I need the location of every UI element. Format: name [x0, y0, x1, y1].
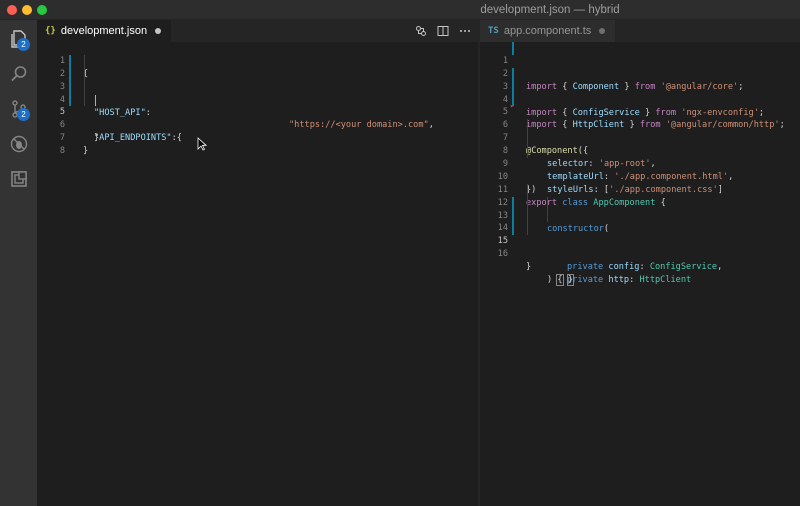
modified-gutter-mark: [69, 80, 71, 94]
extensions-icon: [10, 171, 27, 187]
indent-guide: [84, 80, 85, 94]
extensions-button[interactable]: [0, 161, 37, 197]
source-control-button[interactable]: 2: [0, 91, 37, 127]
json-file-icon: {}: [45, 26, 56, 36]
code-text: }: [526, 262, 532, 273]
code-line: 14 private http: HttpClient: [480, 209, 800, 285]
search-button[interactable]: [0, 56, 37, 92]
tab-development-json[interactable]: {} development.json: [37, 20, 172, 42]
tab-app-component-ts[interactable]: TS app.component.ts: [480, 20, 616, 42]
unsaved-dot-icon[interactable]: [599, 28, 606, 34]
open-changes-icon: [416, 26, 426, 36]
tab-label: development.json: [60, 25, 148, 37]
code-line: 13 private config: ConfigService,: [480, 196, 800, 272]
indent-guide: [84, 67, 85, 81]
editor-actions: [414, 20, 472, 42]
indent-guide: [527, 222, 528, 236]
code-text: }: [83, 146, 89, 157]
activity-bar: 2 2: [0, 20, 37, 506]
indent-guide: [84, 54, 85, 68]
typescript-file-icon: TS: [488, 26, 499, 36]
code-line: 15 ) { }: [480, 222, 800, 287]
deleted-line-marker-icon: ▸: [510, 102, 515, 111]
split-editor-icon: [437, 26, 449, 36]
code-line: 11 export class AppComponent {: [480, 171, 800, 208]
debug-icon: [10, 135, 27, 153]
text-cursor: [95, 94, 96, 106]
open-changes-button[interactable]: [414, 24, 428, 38]
code-line: 3 import { ConfigService } from 'ngx-env…: [480, 67, 800, 118]
tab-label: app.component.ts: [503, 25, 592, 37]
line-number: 8: [59, 146, 65, 157]
left-tab-bar: {} development.json: [37, 20, 478, 42]
code-line: 3: [37, 67, 478, 92]
modified-gutter-mark: [512, 67, 514, 81]
debug-button[interactable]: [0, 126, 37, 162]
modified-gutter-mark: [512, 80, 514, 94]
left-code-area[interactable]: 1 { 2 "HOST_API": "https://<your domain>…: [37, 42, 478, 156]
explorer-button[interactable]: 2: [0, 21, 37, 57]
indent-guide: [547, 196, 548, 210]
code-line: 5: [37, 93, 478, 117]
indent-guide: [527, 209, 528, 223]
modified-gutter-mark: [69, 93, 71, 107]
unsaved-dot-icon[interactable]: [155, 28, 162, 34]
indent-guide: [527, 145, 528, 159]
code-line: 8 templateUrl: './app.component.html',: [480, 132, 800, 182]
right-tab-bar: TS app.component.ts: [480, 20, 800, 42]
indent-guide: [84, 93, 85, 107]
code-line: 1 {: [37, 42, 478, 79]
title-bar: development.json — hybrid: [0, 0, 800, 20]
code-line: 7 }: [37, 119, 478, 156]
modified-gutter-mark: [512, 196, 514, 210]
indent-guide: [527, 183, 528, 197]
modified-gutter-mark: [512, 222, 514, 236]
split-editor-button[interactable]: [436, 24, 450, 38]
bracket-match: }: [566, 274, 574, 287]
mouse-pointer-icon: [197, 137, 207, 151]
code-line: 2 "HOST_API": "https://<your domain>.com…: [37, 54, 478, 130]
indent-guide: [527, 196, 528, 210]
code-line: 7 selector: 'app-root',: [480, 119, 800, 169]
more-actions-icon: [460, 30, 470, 32]
code-line: 4 import { HttpClient } from '@angular/c…: [480, 80, 800, 130]
code-line: 8: [37, 132, 478, 156]
code-text: ) { }: [547, 274, 574, 287]
source-control-badge: 2: [17, 108, 30, 121]
indent-guide: [547, 209, 548, 223]
indent-guide: [527, 119, 528, 133]
modified-gutter-mark: [69, 54, 71, 68]
code-line: 10 }): [480, 158, 800, 195]
code-line: 1 import { Component } from '@angular/co…: [480, 42, 800, 92]
code-line: 6 ▸ @Component({: [480, 102, 800, 156]
code-line: 6 }: [37, 106, 478, 143]
right-code-area[interactable]: 1 import { Component } from '@angular/co…: [480, 42, 800, 287]
explorer-badge: 2: [17, 38, 30, 51]
more-actions-button[interactable]: [458, 24, 472, 38]
code-line: 5: [480, 93, 800, 117]
right-editor-group: TS app.component.ts 1 import { Component…: [480, 20, 800, 506]
code-text: private http: HttpClient: [567, 275, 692, 286]
code-line: 4 "API_ENDPOINTS":{: [37, 80, 478, 143]
line-number: 16: [497, 249, 508, 260]
left-editor-group: {} development.json 1 { 2 "HOST_API": "h…: [37, 20, 515, 506]
window-title: development.json — hybrid: [480, 4, 620, 16]
search-icon: [10, 66, 26, 82]
code-line: 12 constructor(: [480, 183, 800, 234]
code-line: 9 styleUrls: ['./app.component.css']: [480, 145, 800, 195]
modified-gutter-mark: [69, 67, 71, 81]
modified-gutter-mark: [512, 42, 514, 55]
indent-guide: [527, 132, 528, 146]
code-line: 2: [480, 55, 800, 79]
modified-gutter-mark: [512, 209, 514, 223]
code-line: 16 }: [480, 235, 800, 272]
code-text: private config: ConfigService,: [567, 262, 723, 273]
